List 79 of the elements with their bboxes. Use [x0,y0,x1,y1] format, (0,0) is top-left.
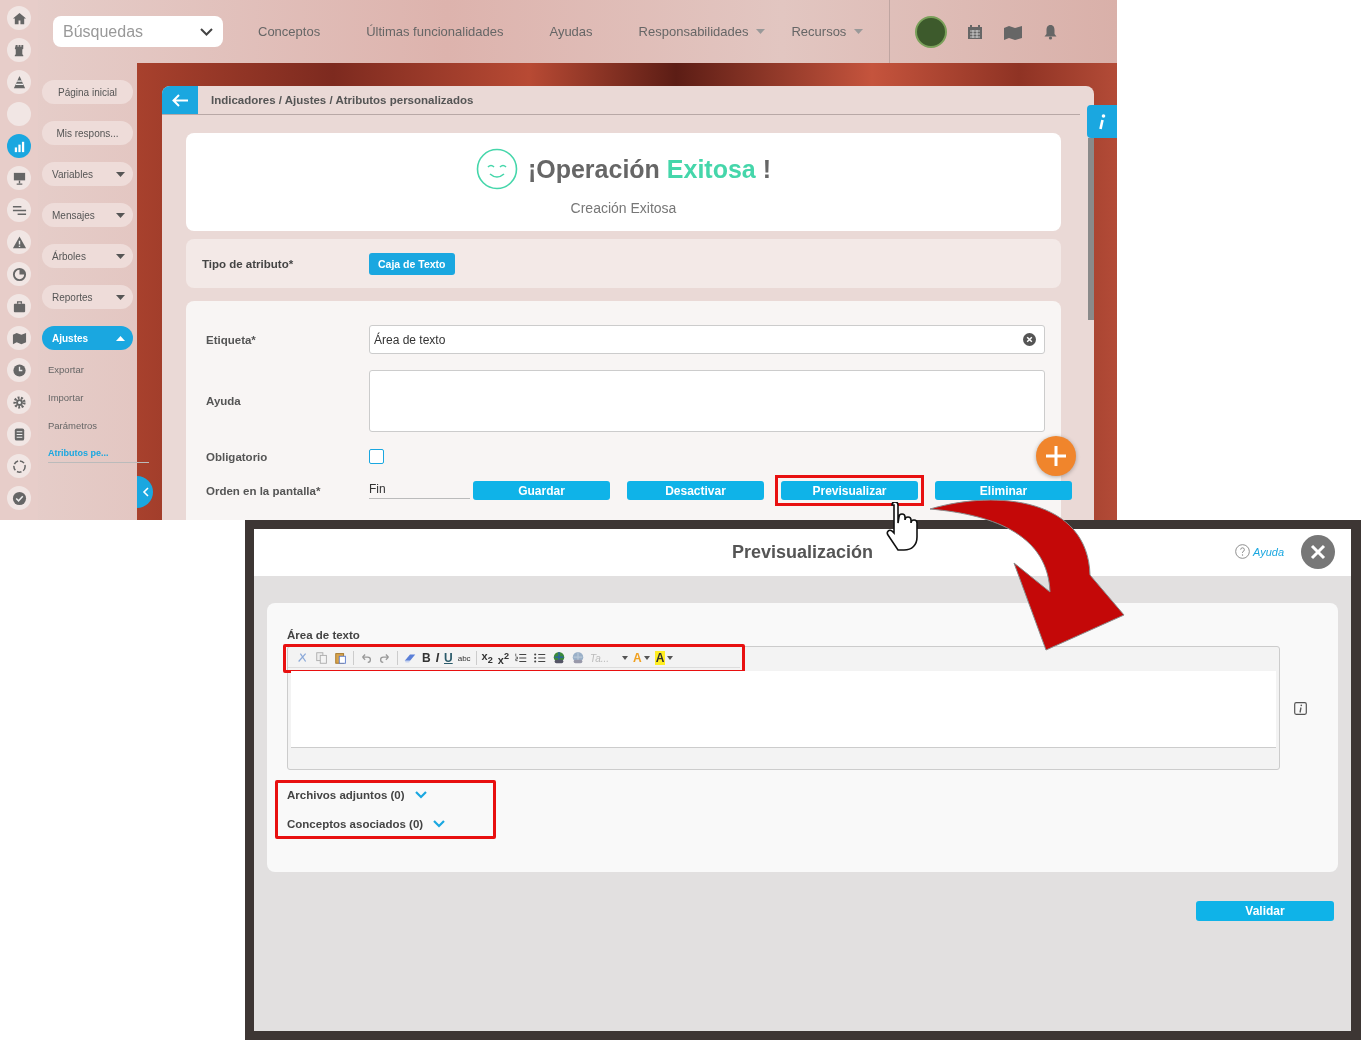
caret-icon[interactable] [116,253,125,259]
text-field[interactable]: Área de texto [369,325,1045,354]
plus-icon[interactable] [1045,445,1067,467]
collapse-button[interactable] [137,476,153,508]
nav-link[interactable]: Responsabilidades [638,24,749,39]
submenu-item[interactable]: Exportar [48,363,84,376]
validate-button[interactable]: Validar [1196,901,1334,921]
underline-button[interactable]: U [444,651,453,665]
caret-icon[interactable] [667,656,674,660]
strikethrough-button[interactable]: abc [457,653,471,663]
chevron-down-icon [200,27,213,36]
field-label: Ayuda [206,395,242,407]
nav-link[interactable]: Conceptos [258,24,321,39]
field-label: Etiqueta* [206,333,257,346]
field-label: Área de texto [287,629,361,641]
caret-icon[interactable] [643,656,650,660]
action-button[interactable]: Eliminar [935,481,1072,500]
section-toggle[interactable]: Archivos adjuntos (0) [287,789,405,801]
back-button[interactable] [162,86,198,114]
subscript-button[interactable]: x$_{2}$ [481,650,493,666]
field-label: Obligatorio [206,450,269,463]
smiley-icon [475,148,518,190]
dialog-title: Previsualización [731,542,874,563]
nav-link[interactable]: Ayudas [549,24,593,39]
bullet-list-icon[interactable] [533,651,548,665]
submenu-item[interactable]: Parámetros [48,419,98,432]
help-icon[interactable] [1234,544,1250,559]
left-arrow-icon[interactable] [171,93,189,107]
menu-item[interactable]: Mis respons... [42,121,133,145]
help-link[interactable]: Ayuda [1252,545,1284,558]
menu-group[interactable]: Reportes [42,285,133,309]
undo-icon[interactable] [359,651,373,665]
search-dropdown[interactable]: Búsquedas [53,16,223,47]
superscript-button[interactable]: x$^{2}$ [497,650,510,666]
bell-icon[interactable] [1043,23,1059,40]
clear-icon[interactable] [1023,333,1036,346]
action-button[interactable]: Previsualizar [781,481,918,500]
info-tab[interactable] [1087,105,1117,138]
caret-icon[interactable] [622,656,629,660]
menu-item[interactable]: Página inicial [42,80,133,104]
globe-link-icon[interactable] [552,651,567,665]
section-toggle[interactable]: Conceptos asociados (0) [287,818,424,830]
menu-group[interactable]: Mensajes [42,203,133,227]
italic-button[interactable]: I [435,651,439,665]
submenu-item[interactable]: Importar [48,391,84,404]
menu-group[interactable]: Árboles [42,244,133,268]
chevron-down-icon[interactable] [433,820,446,828]
field-label: Tipo de atributo* [202,257,295,270]
numbered-list-icon[interactable] [514,651,529,665]
info-icon[interactable] [1294,701,1307,715]
attribute-type-button[interactable]: Caja de Texto [369,252,455,275]
redo-icon[interactable] [378,651,392,665]
success-subtitle: Creación Exitosa [570,200,677,216]
paste-icon[interactable] [334,651,348,665]
avatar-photo-placeholder[interactable] [915,15,948,48]
textarea-field[interactable] [369,370,1045,432]
close-button[interactable] [1301,535,1335,569]
calendar-icon[interactable] [967,23,984,40]
action-button[interactable]: Guardar [473,481,610,500]
bold-button[interactable]: B [422,651,431,665]
folded-map-icon[interactable] [1003,23,1024,40]
menu-group[interactable]: Variables [42,162,133,186]
close-icon[interactable] [1310,544,1326,560]
nav-link[interactable]: Últimas funcionalidades [366,24,504,39]
success-title: ¡Operación Exitosa ! [527,154,772,184]
chevron-left-icon[interactable] [141,487,149,497]
menu-group[interactable]: Ajustes [42,326,133,350]
highlight-color-button[interactable]: A [654,651,666,665]
scrollbar[interactable] [1088,138,1094,320]
caret-icon[interactable] [116,212,125,218]
caret-icon[interactable] [116,171,125,177]
action-button[interactable]: Desactivar [627,481,764,500]
select-field[interactable]: Fin [369,482,470,499]
nav-link[interactable]: Recursos [791,24,847,39]
field-label: Orden en la pantalla* [206,484,322,497]
breadcrumb: Indicadores / Ajustes / Atributos personalizados [211,94,474,106]
checkbox[interactable] [369,449,384,464]
caret-icon[interactable] [116,294,125,300]
chevron-down-icon[interactable] [414,791,427,799]
